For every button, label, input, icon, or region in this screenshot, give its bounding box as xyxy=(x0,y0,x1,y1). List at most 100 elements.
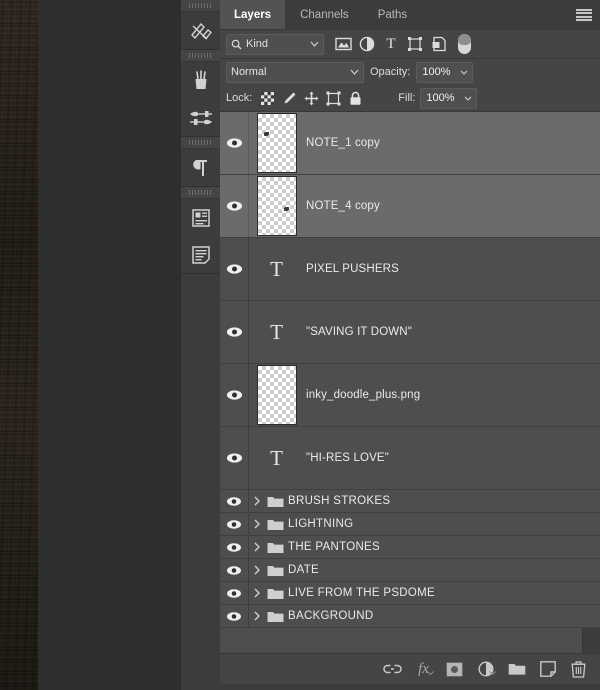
table-row[interactable]: NOTE_4 copy xyxy=(220,175,600,238)
filter-adjustment-icon[interactable] xyxy=(356,34,378,54)
delete-layer-icon[interactable] xyxy=(569,660,588,679)
transparent-thumbnail xyxy=(256,113,297,173)
layer-visibility-toggle[interactable] xyxy=(220,513,249,535)
layer-visibility-toggle[interactable] xyxy=(220,112,249,174)
new-group-icon[interactable] xyxy=(507,660,526,679)
layer-thumbnail[interactable]: T xyxy=(249,427,304,489)
layer-visibility-toggle[interactable] xyxy=(220,364,249,426)
table-row[interactable]: LIGHTNING fx xyxy=(220,513,600,536)
dock-grip[interactable] xyxy=(181,0,220,12)
layer-visibility-toggle[interactable] xyxy=(220,582,249,604)
paragraph-icon[interactable] xyxy=(181,149,220,186)
layer-visibility-toggle[interactable] xyxy=(220,536,249,558)
table-row[interactable]: inky_doodle_plus.png fx xyxy=(220,364,600,427)
chevron-down-icon xyxy=(427,662,434,680)
tab-paths-label: Paths xyxy=(377,8,408,21)
table-row[interactable]: T "SAVING IT DOWN" fx xyxy=(220,301,600,364)
tab-channels[interactable]: Channels xyxy=(286,0,364,29)
group-expand-arrow-icon[interactable] xyxy=(249,519,264,529)
eye-icon xyxy=(226,390,242,400)
transparent-thumbnail xyxy=(256,365,297,425)
dock-grip[interactable] xyxy=(181,137,220,149)
layer-thumbnail[interactable] xyxy=(249,112,304,174)
table-row[interactable]: BRUSH STROKES fx xyxy=(220,490,600,513)
brush-settings-icon[interactable] xyxy=(181,99,220,136)
table-row[interactable]: T PIXEL PUSHERS fx xyxy=(220,238,600,301)
lock-artboard-icon[interactable] xyxy=(325,89,342,107)
blend-mode-row: Normal Opacity: 100% xyxy=(220,59,600,85)
character-styles-icon[interactable] xyxy=(181,199,220,236)
new-layer-icon[interactable] xyxy=(538,660,557,679)
tab-paths[interactable]: Paths xyxy=(363,0,423,29)
layer-name: BRUSH STROKES xyxy=(288,495,391,507)
group-expand-arrow-icon[interactable] xyxy=(249,565,264,575)
chevron-down-icon xyxy=(350,66,359,78)
opacity-stepper[interactable] xyxy=(455,61,473,83)
paragraph-styles-icon[interactable] xyxy=(181,236,220,273)
lock-all-icon[interactable] xyxy=(347,89,364,107)
layer-visibility-toggle[interactable] xyxy=(220,301,249,363)
layer-thumbnail[interactable]: T xyxy=(249,238,304,300)
dock-grip[interactable] xyxy=(181,50,220,62)
add-layer-mask-icon[interactable] xyxy=(445,660,464,679)
filter-smart-object-icon[interactable] xyxy=(428,34,450,54)
filter-pixel-icon[interactable] xyxy=(332,34,354,54)
folder-icon xyxy=(264,541,286,554)
filter-shape-icon[interactable] xyxy=(404,34,426,54)
layer-list[interactable]: NOTE_1 copy NOTE_4 copy T PIXEL PUSHERS … xyxy=(220,112,600,653)
layer-visibility-toggle[interactable] xyxy=(220,427,249,489)
layer-visibility-toggle[interactable] xyxy=(220,559,249,581)
lock-image-icon[interactable] xyxy=(281,89,298,107)
layer-name: LIVE FROM THE PSDOME xyxy=(288,587,436,599)
tab-layers[interactable]: Layers xyxy=(220,0,287,29)
filter-toggle-switch[interactable] xyxy=(458,34,471,54)
folder-icon xyxy=(264,587,286,600)
eye-icon xyxy=(226,327,242,337)
table-row[interactable]: T "HI-RES LOVE" fx xyxy=(220,427,600,490)
layer-visibility-toggle[interactable] xyxy=(220,238,249,300)
layer-name: DATE xyxy=(288,564,320,576)
group-expand-arrow-icon[interactable] xyxy=(249,588,264,598)
layer-thumbnail[interactable] xyxy=(249,364,304,426)
dock-group-paragraph xyxy=(181,137,220,187)
blend-mode-select[interactable]: Normal xyxy=(226,61,364,83)
adjustment-layer-icon[interactable] xyxy=(476,660,496,679)
photoshop-layers-screenshot: Layers Channels Paths Kind T Normal Opac… xyxy=(0,0,600,690)
dock-grip[interactable] xyxy=(181,187,220,199)
group-expand-arrow-icon[interactable] xyxy=(249,496,264,506)
layer-visibility-toggle[interactable] xyxy=(220,605,249,627)
filter-type-icon[interactable]: T xyxy=(380,34,402,54)
fill-stepper[interactable] xyxy=(459,87,477,109)
table-row[interactable]: BACKGROUND xyxy=(220,605,600,628)
link-layers-icon[interactable] xyxy=(383,660,402,679)
layer-thumbnail[interactable] xyxy=(249,175,304,237)
opacity-input[interactable]: 100% xyxy=(416,61,456,83)
layer-name: NOTE_4 copy xyxy=(306,200,380,212)
panel-menu-icon[interactable] xyxy=(576,9,592,21)
filter-type-buttons: T xyxy=(332,34,471,54)
layer-style-fx-icon[interactable]: fx xyxy=(414,660,434,680)
table-row[interactable]: THE PANTONES xyxy=(220,536,600,559)
table-row[interactable]: DATE xyxy=(220,559,600,582)
eye-icon xyxy=(227,611,241,621)
lock-transparency-icon[interactable] xyxy=(259,89,276,107)
fill-label: Fill: xyxy=(398,92,416,104)
folder-icon xyxy=(264,610,286,623)
layers-panel: Layers Channels Paths Kind T Normal Opac… xyxy=(220,0,600,690)
fill-input[interactable]: 100% xyxy=(420,87,460,109)
layer-visibility-toggle[interactable] xyxy=(220,490,249,512)
transparent-thumbnail xyxy=(256,176,297,236)
type-thumbnail: T xyxy=(270,256,283,281)
brushes-icon[interactable] xyxy=(181,62,220,99)
layer-thumbnail[interactable]: T xyxy=(249,301,304,363)
layer-visibility-toggle[interactable] xyxy=(220,175,249,237)
group-expand-arrow-icon[interactable] xyxy=(249,611,264,621)
table-row[interactable]: LIVE FROM THE PSDOME xyxy=(220,582,600,605)
document-canvas[interactable] xyxy=(0,0,38,690)
table-row[interactable]: NOTE_1 copy xyxy=(220,112,600,175)
lock-position-icon[interactable] xyxy=(303,89,320,107)
styles-icon[interactable] xyxy=(181,12,220,49)
group-expand-arrow-icon[interactable] xyxy=(249,542,264,552)
layer-name: PIXEL PUSHERS xyxy=(306,263,399,275)
filter-kind-select[interactable]: Kind xyxy=(226,33,324,55)
